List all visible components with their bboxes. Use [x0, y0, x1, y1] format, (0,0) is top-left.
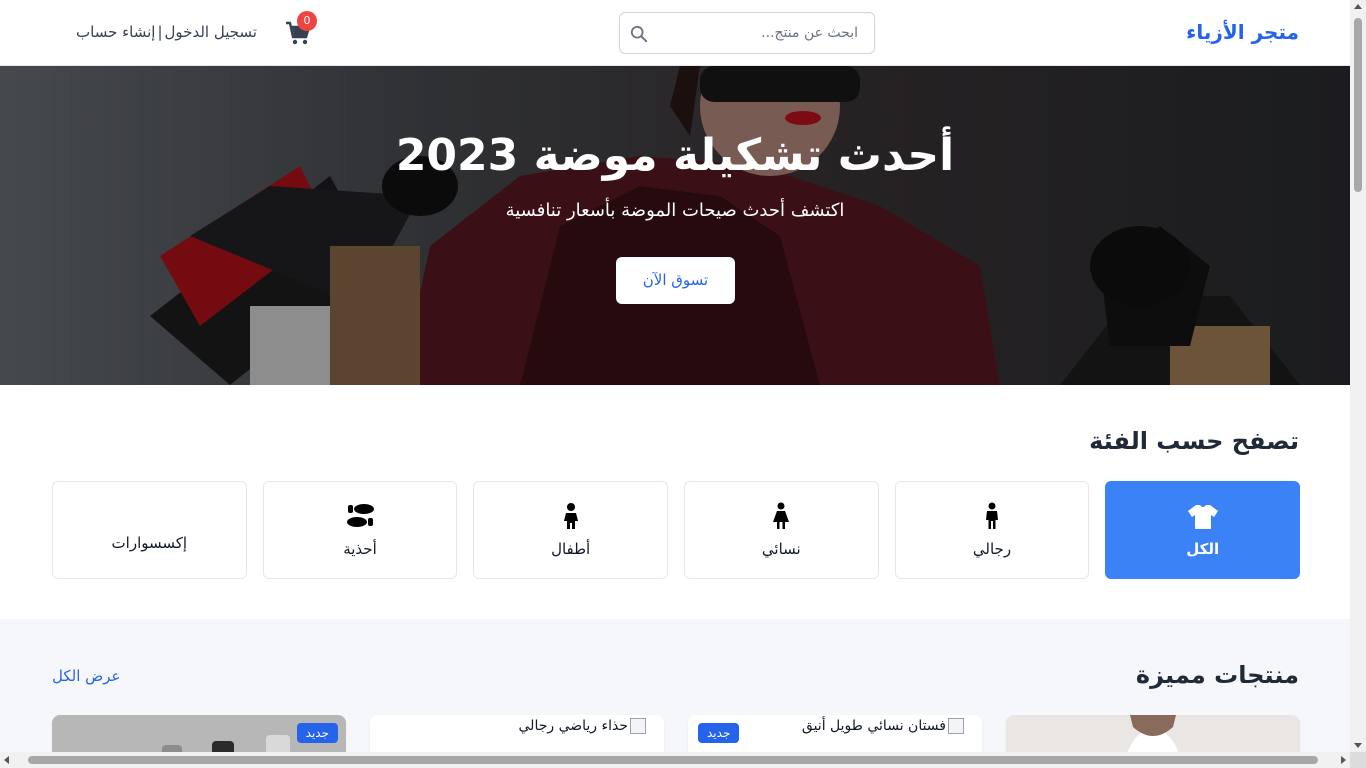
shoe-prints-icon [346, 504, 374, 527]
product-image-alt: حذاء رياضي رجالي [518, 718, 628, 734]
product-card[interactable]: فستان نسائي طويل أنيق جديد [688, 715, 982, 752]
product-image [1006, 715, 1300, 752]
horizontal-scrollbar[interactable] [0, 752, 1350, 768]
scroll-right-arrow-icon[interactable] [1341, 756, 1346, 764]
product-card[interactable]: جديد [52, 715, 346, 752]
category-label: أطفال [551, 540, 591, 558]
category-kids[interactable]: أطفال [473, 481, 668, 579]
category-label: نسائي [761, 540, 801, 558]
vertical-scroll-thumb[interactable] [1354, 18, 1362, 192]
female-icon [773, 502, 790, 529]
categories-title: تصفح حسب الفئة [1089, 427, 1299, 455]
hero-overlay [0, 66, 1350, 385]
hero-banner: أحدث تشكيلة موضة 2023 اكتشف أحدث صيحات ا… [0, 66, 1350, 385]
product-grid: فستان نسائي طويل أنيق جديد حذاء رياضي رج… [52, 715, 1300, 752]
auth-links: تسجيل الدخول | إنشاء حساب [76, 23, 257, 41]
featured-title: منتجات مميزة [1135, 661, 1299, 689]
broken-image-icon [948, 718, 964, 734]
hero-title: أحدث تشكيلة موضة 2023 [395, 130, 955, 181]
categories-section: تصفح حسب الفئة الكل رجالي نسائي أطفال أح… [0, 385, 1350, 619]
view-all-link[interactable]: عرض الكل [52, 667, 121, 685]
category-men[interactable]: رجالي [894, 481, 1090, 579]
scroll-down-arrow-icon[interactable] [1354, 743, 1362, 748]
search-box [619, 12, 875, 54]
shop-now-button[interactable]: تسوق الآن [616, 257, 735, 304]
male-icon [985, 502, 998, 529]
category-women[interactable]: نسائي [683, 481, 879, 579]
category-accessories[interactable]: إكسسوارات [51, 481, 247, 579]
auth-separator: | [157, 23, 163, 41]
search-icon[interactable] [630, 25, 648, 43]
cart-count-badge: 0 [297, 11, 317, 31]
category-shoes[interactable]: أحذية [262, 481, 458, 579]
scroll-up-arrow-icon[interactable] [1354, 4, 1362, 9]
broken-image-icon [630, 718, 646, 734]
product-card[interactable]: حذاء رياضي رجالي [370, 715, 664, 752]
login-link[interactable]: تسجيل الدخول [165, 23, 257, 41]
vertical-scrollbar[interactable] [1350, 0, 1366, 752]
scrollbar-corner [1350, 752, 1366, 768]
new-badge: جديد [296, 723, 338, 743]
category-all[interactable]: الكل [1105, 481, 1300, 579]
new-badge: جديد [698, 723, 740, 743]
register-link[interactable]: إنشاء حساب [76, 23, 155, 41]
product-image-alt: فستان نسائي طويل أنيق [801, 718, 946, 734]
category-label: الكل [1186, 540, 1220, 558]
horizontal-scroll-thumb[interactable] [28, 756, 1318, 764]
category-label: إكسسوارات [111, 534, 188, 552]
product-card[interactable] [1006, 715, 1300, 752]
search-input[interactable] [664, 13, 874, 53]
tshirt-icon [1187, 505, 1218, 529]
page: متجر الأزياء 0 تسجيل الدخول | إنشاء حساب [0, 0, 1350, 752]
hero-subtitle: اكتشف أحدث صيحات الموضة بأسعار تنافسية [505, 200, 845, 221]
product-image-broken: فستان نسائي طويل أنيق [802, 718, 964, 734]
category-label: أحذية [343, 540, 377, 558]
featured-products-section: منتجات مميزة عرض الكل فستان نسائي طويل أ… [0, 619, 1350, 752]
scroll-left-arrow-icon[interactable] [4, 756, 9, 764]
product-image-broken: حذاء رياضي رجالي [519, 718, 646, 734]
category-list: الكل رجالي نسائي أطفال أحذية إكسسوارات [51, 481, 1300, 579]
category-label: رجالي [972, 540, 1012, 558]
child-icon [563, 503, 578, 529]
top-navbar: متجر الأزياء 0 تسجيل الدخول | إنشاء حساب [0, 0, 1350, 66]
brand-logo[interactable]: متجر الأزياء [1186, 20, 1299, 44]
